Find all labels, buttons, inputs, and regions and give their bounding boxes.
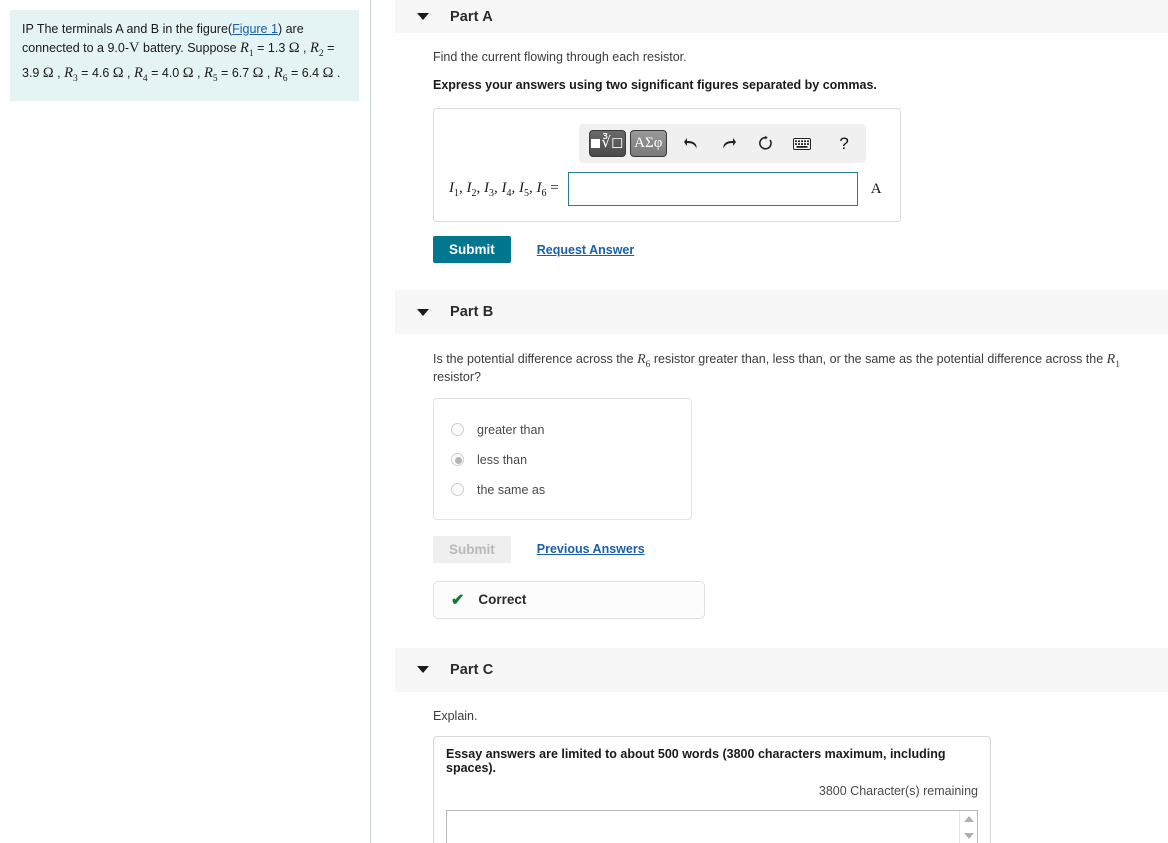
- part-a-actions: Submit Request Answer: [433, 236, 1164, 263]
- resistor-5-symbol: R5: [203, 64, 218, 84]
- figure-1-link[interactable]: Figure 1: [232, 22, 278, 36]
- resistor-6-symbol: R6: [273, 64, 288, 84]
- resistor-1-symbol: R1: [240, 40, 254, 59]
- characters-remaining-label: 3800 Character(s) remaining: [818, 783, 978, 798]
- part-a-prompt: Find the current flowing through each re…: [433, 50, 687, 64]
- resistor-2-symbol: R2: [309, 40, 324, 59]
- volt-symbol: V: [129, 40, 140, 56]
- part-a-instruction: Express your answers using two significa…: [433, 78, 877, 92]
- parts-container: Part A Find the current flowing through …: [372, 0, 1168, 843]
- reset-icon[interactable]: [753, 131, 777, 157]
- part-b-question: Is the potential difference across the R…: [433, 352, 1120, 384]
- collapse-caret-icon[interactable]: [417, 666, 429, 674]
- essay-textarea-wrapper: [446, 809, 978, 843]
- collapse-caret-icon[interactable]: [417, 13, 429, 20]
- part-a-answer-box: ∛◻ ΑΣφ ? I1, I2, I3, I4, I5, I6 = A: [433, 108, 901, 222]
- greek-symbols-button[interactable]: ΑΣφ: [629, 130, 667, 157]
- part-b-body: Is the potential difference across the R…: [372, 352, 1168, 619]
- essay-scrollbar[interactable]: [959, 810, 978, 843]
- essay-limit-note: Essay answers are limited to about 500 w…: [446, 746, 946, 775]
- problem-intro-text: IP The terminals A and B in the figure(: [22, 22, 233, 36]
- check-icon: ✔: [451, 591, 465, 609]
- option-less-than[interactable]: less than: [434, 445, 691, 475]
- undo-icon[interactable]: [680, 131, 704, 157]
- resistor-3-symbol: R3: [64, 64, 78, 84]
- resistor-6-value: = 6.4 Ω .: [290, 64, 341, 81]
- collapse-caret-icon[interactable]: [417, 308, 429, 316]
- resistor-5-value: = 6.7 Ω ,: [221, 64, 271, 81]
- option-label: greater than: [477, 422, 545, 437]
- essay-textarea[interactable]: [446, 809, 978, 843]
- part-a-body: Find the current flowing through each re…: [372, 50, 1168, 263]
- template-icon: ∛◻: [591, 136, 623, 151]
- resistor-4-value: = 4.0 Ω ,: [151, 64, 201, 81]
- problem-intro-text-3: battery. Suppose: [139, 41, 241, 55]
- part-b-submit-button: Submit: [433, 535, 511, 563]
- redo-icon[interactable]: [717, 131, 741, 157]
- part-a-unit-label: A: [870, 180, 882, 197]
- math-toolbar: ∛◻ ΑΣφ ?: [579, 124, 866, 163]
- keyboard-icon[interactable]: [790, 131, 814, 157]
- part-b-feedback-text: Correct: [478, 592, 527, 608]
- part-c-prompt: Explain.: [433, 708, 478, 723]
- resistor-4-symbol: R4: [134, 64, 148, 84]
- part-a-header[interactable]: Part A: [395, 0, 1168, 33]
- part-b-actions: Submit Previous Answers: [433, 535, 1164, 563]
- part-b-options-group: greater than less than the same as: [433, 397, 692, 520]
- radio-greater-than[interactable]: [451, 423, 464, 437]
- part-b-previous-answers-link[interactable]: Previous Answers: [537, 542, 645, 556]
- resistor-1-value: = 1.3 Ω ,: [257, 40, 307, 56]
- option-label: less than: [477, 452, 528, 467]
- assignment-page: IP The terminals A and B in the figure(F…: [0, 0, 1168, 843]
- part-c-body: Explain. Essay answers are limited to ab…: [372, 709, 1168, 843]
- option-greater-than[interactable]: greater than: [434, 415, 691, 445]
- template-button[interactable]: ∛◻: [589, 130, 626, 157]
- part-a-submit-button[interactable]: Submit: [433, 236, 511, 263]
- scroll-up-icon[interactable]: [960, 811, 978, 828]
- help-icon[interactable]: ?: [832, 131, 856, 157]
- part-a-title: Part A: [450, 8, 493, 25]
- problem-sidebar: IP The terminals A and B in the figure(F…: [0, 0, 371, 843]
- resistor-3-value: = 4.6 Ω ,: [81, 64, 131, 81]
- part-a-answer-label: I1, I2, I3, I4, I5, I6 =: [449, 179, 559, 199]
- part-c-header[interactable]: Part C: [395, 647, 1168, 692]
- radio-less-than[interactable]: [451, 453, 464, 467]
- option-label: the same as: [477, 482, 546, 497]
- part-a-answer-input[interactable]: [567, 172, 858, 206]
- part-c-title: Part C: [450, 661, 494, 678]
- part-a-request-answer-link[interactable]: Request Answer: [537, 243, 634, 257]
- part-b-title: Part B: [450, 304, 494, 320]
- radio-the-same-as[interactable]: [451, 483, 464, 497]
- scroll-down-icon[interactable]: [960, 828, 978, 843]
- problem-statement-card: IP The terminals A and B in the figure(F…: [10, 10, 359, 101]
- option-the-same-as[interactable]: the same as: [434, 475, 691, 505]
- part-a-answer-row: I1, I2, I3, I4, I5, I6 = A: [449, 172, 882, 206]
- part-c-essay-box: Essay answers are limited to about 500 w…: [433, 735, 991, 843]
- part-b-feedback-box: ✔ Correct: [433, 580, 705, 619]
- part-b-header[interactable]: Part B: [395, 290, 1168, 334]
